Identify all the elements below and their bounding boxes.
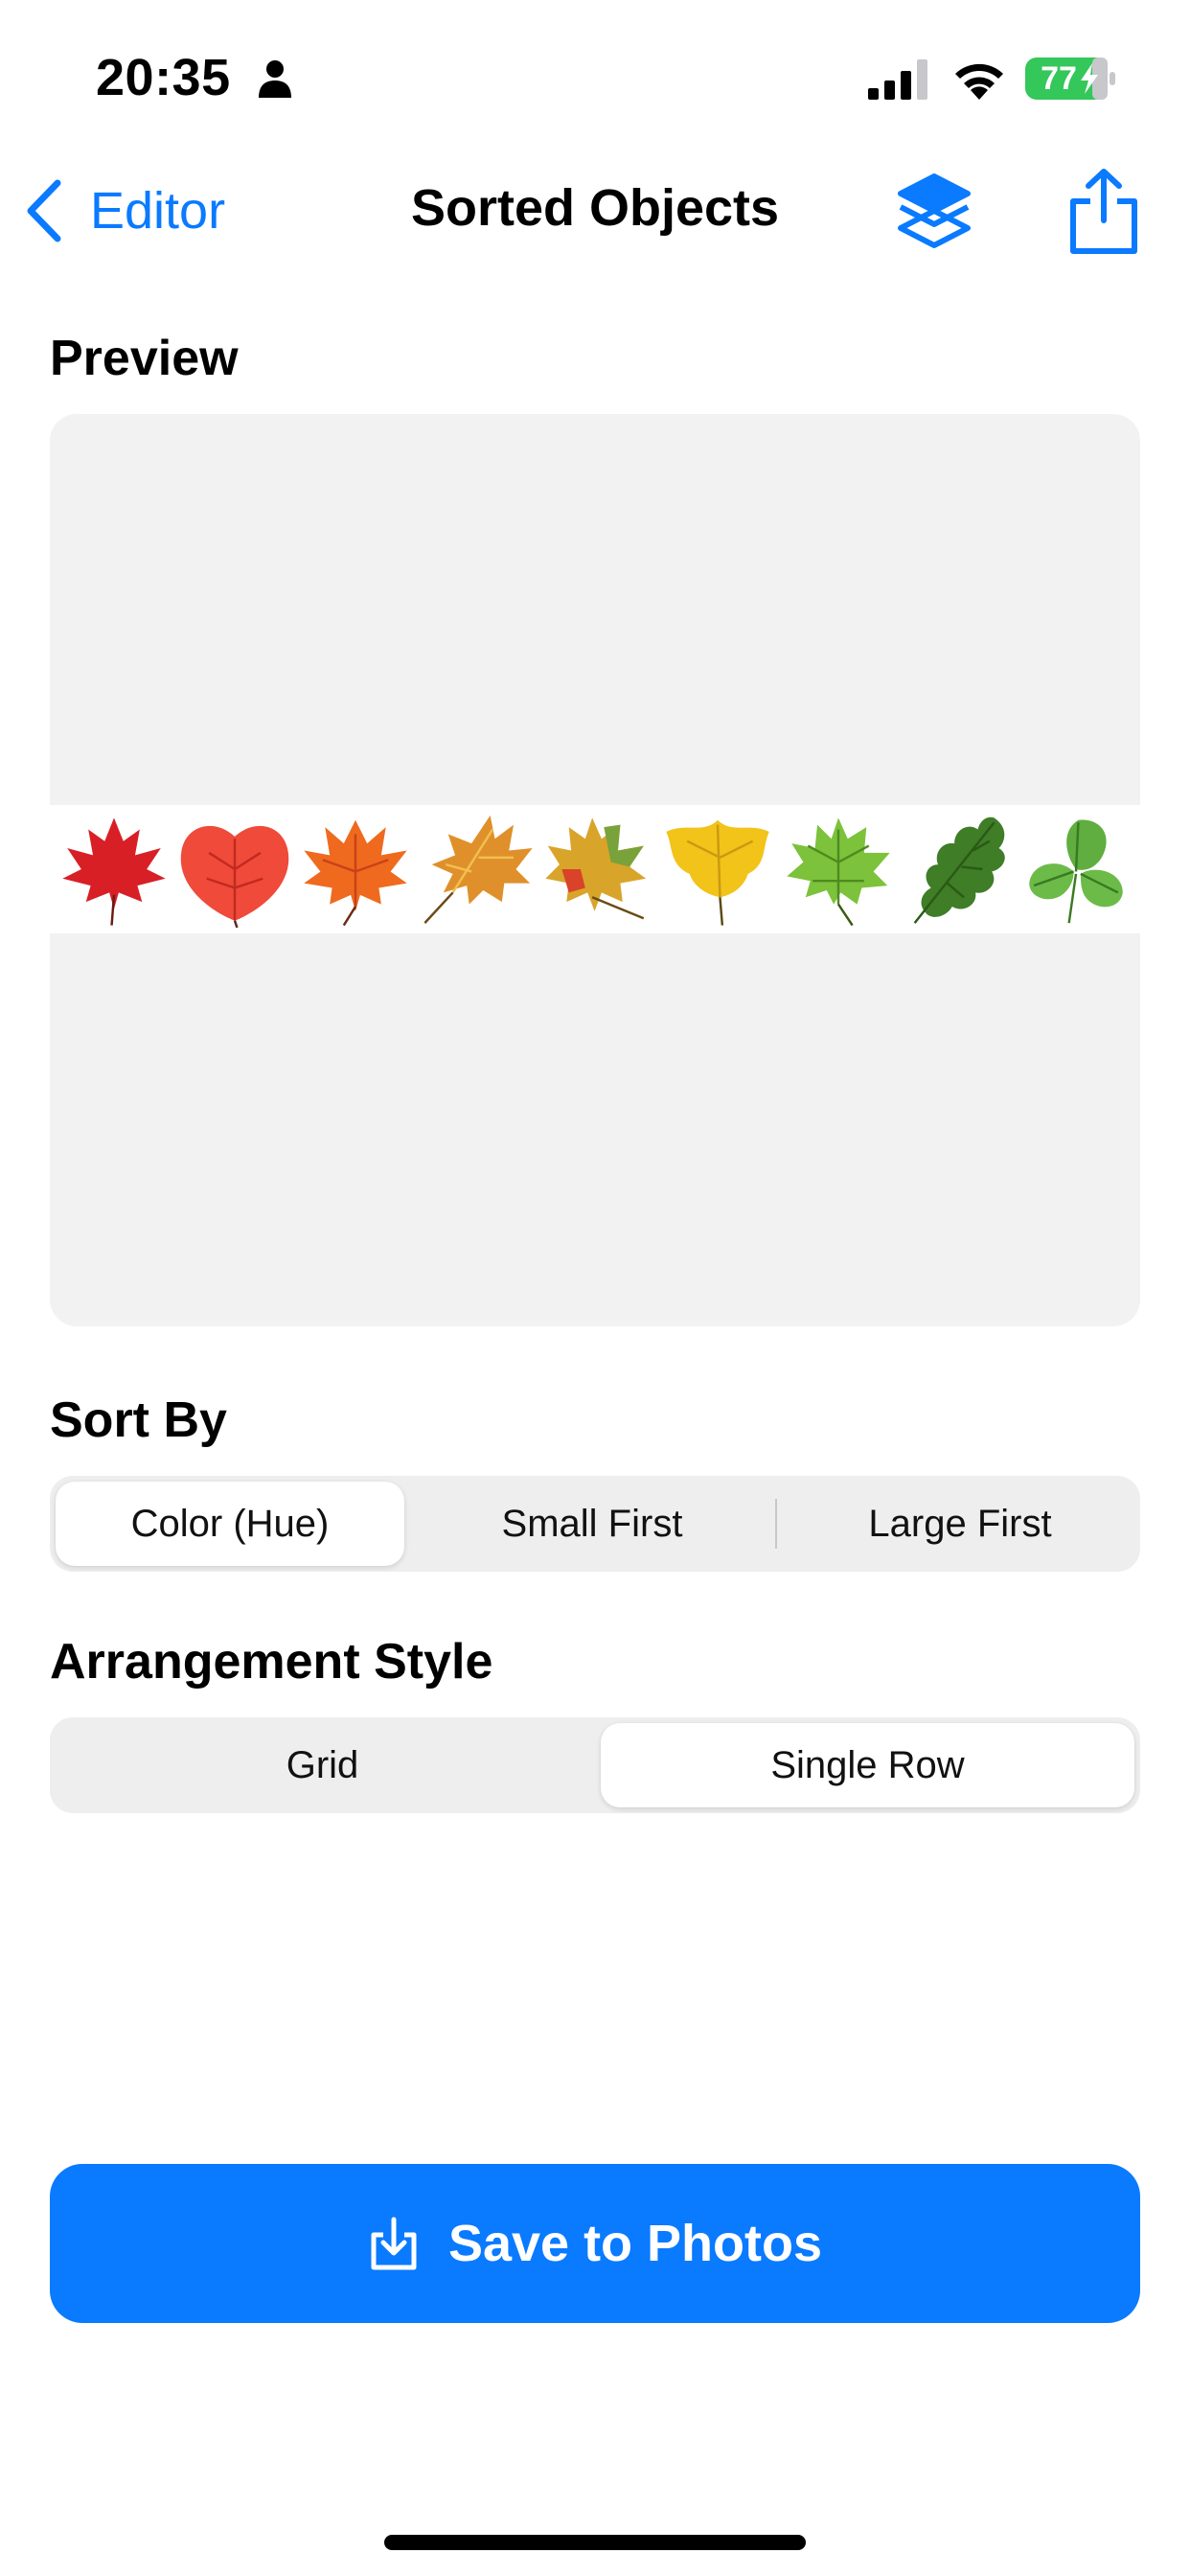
sort-by-title: Sort By bbox=[50, 1392, 227, 1448]
segment-divider bbox=[775, 1499, 777, 1549]
back-label: Editor bbox=[90, 182, 226, 240]
layers-icon[interactable] bbox=[897, 172, 972, 251]
dark-green-oak-leaf-image bbox=[913, 816, 1005, 924]
home-indicator[interactable] bbox=[384, 2535, 806, 2550]
sort-option-color-hue[interactable]: Color (Hue) bbox=[56, 1482, 404, 1566]
battery-charging-icon: 77 bbox=[1025, 58, 1117, 100]
person-icon bbox=[259, 60, 291, 98]
red-maple-leaf-image bbox=[62, 817, 166, 926]
save-button-label: Save to Photos bbox=[447, 2215, 823, 2272]
wifi-icon bbox=[955, 63, 1003, 100]
mixed-autumn-leaf-image bbox=[545, 817, 647, 920]
sort-by-segmented-control: Color (Hue) Small First Large First bbox=[50, 1476, 1140, 1572]
preview-canvas bbox=[50, 414, 1140, 1326]
status-time: 20:35 bbox=[96, 49, 231, 106]
sorted-leaves-row bbox=[50, 805, 1140, 933]
preview-title: Preview bbox=[50, 331, 239, 386]
sort-option-small-first[interactable]: Small First bbox=[418, 1482, 767, 1566]
share-icon[interactable] bbox=[1067, 169, 1140, 255]
green-trifoliate-leaf-image bbox=[1029, 819, 1123, 924]
save-download-icon bbox=[371, 2217, 417, 2270]
orange-oak-maple-leaf-image bbox=[423, 815, 533, 924]
orange-maple-leaf-image bbox=[304, 819, 407, 927]
chevron-left-icon bbox=[27, 179, 61, 242]
save-to-photos-button[interactable]: Save to Photos bbox=[50, 2164, 1140, 2323]
battery-percent: 77 bbox=[1041, 60, 1077, 97]
light-green-leaf-image bbox=[787, 817, 890, 927]
signal-icon bbox=[868, 59, 927, 100]
arrangement-option-single-row[interactable]: Single Row bbox=[601, 1723, 1134, 1807]
sort-option-large-first[interactable]: Large First bbox=[786, 1482, 1134, 1566]
red-round-leaf-image bbox=[180, 825, 289, 928]
yellow-leaf-image bbox=[666, 819, 769, 926]
arrangement-option-grid[interactable]: Grid bbox=[56, 1723, 589, 1807]
back-button[interactable]: Editor bbox=[25, 172, 225, 249]
arrangement-style-title: Arrangement Style bbox=[50, 1634, 493, 1690]
arrangement-segmented-control: Grid Single Row bbox=[50, 1717, 1140, 1813]
